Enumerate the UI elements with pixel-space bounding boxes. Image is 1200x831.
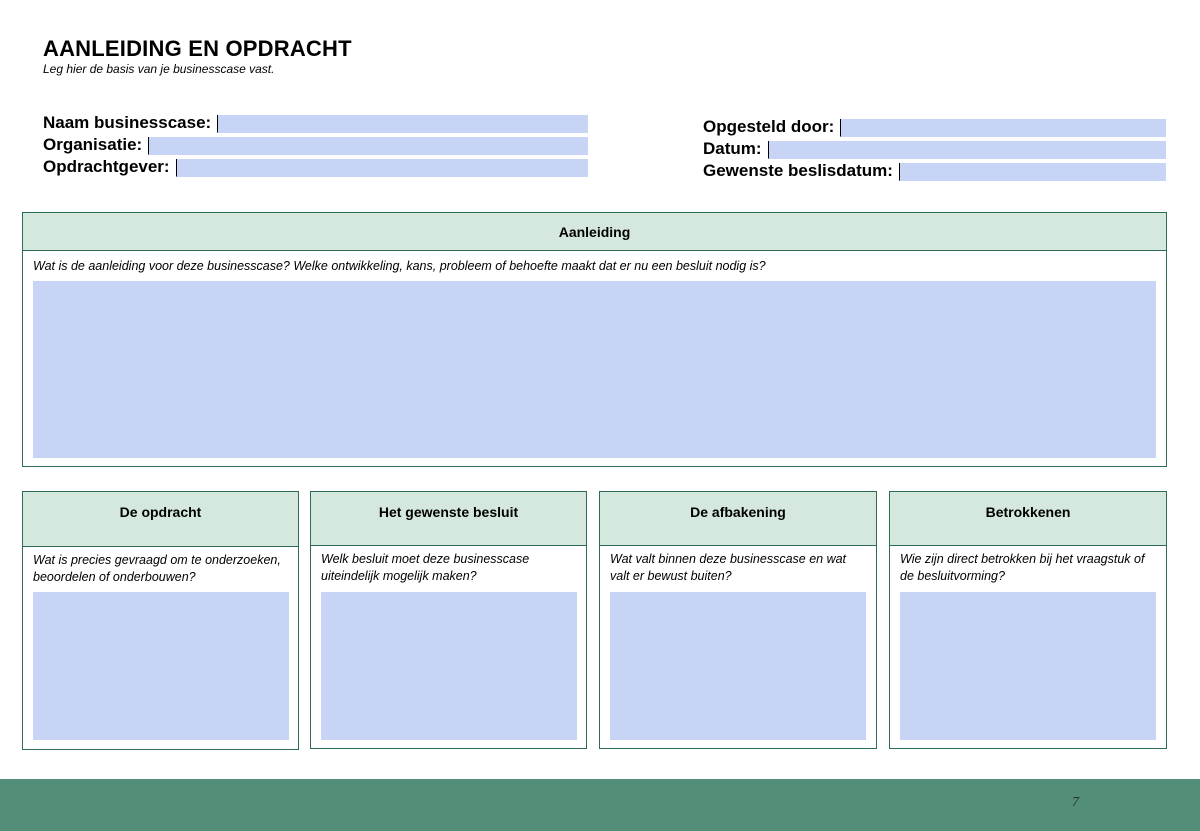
field-opgesteld-door: Opgesteld door:: [703, 117, 1166, 137]
page-title: AANLEIDING EN OPDRACHT: [43, 36, 352, 61]
field-label: Datum:: [703, 139, 762, 158]
field-naam-businesscase: Naam businesscase:: [43, 113, 588, 133]
datum-input[interactable]: [767, 141, 1166, 159]
aanleiding-section: Aanleiding Wat is de aanleiding voor dez…: [22, 212, 1167, 467]
field-opdrachtgever: Opdrachtgever:: [43, 157, 588, 177]
section-header: De afbakening: [600, 492, 876, 546]
section-question: Wat is de aanleiding voor deze businessc…: [33, 259, 766, 273]
section-question: Wat is precies gevraagd om te onderzoeke…: [33, 553, 281, 584]
opdracht-answer-field[interactable]: [33, 592, 289, 740]
gewenste-beslisdatum-input[interactable]: [898, 163, 1166, 181]
section-header: Betrokkenen: [890, 492, 1166, 546]
afbakening-answer-field[interactable]: [610, 592, 866, 740]
opgesteld-door-input[interactable]: [840, 119, 1166, 137]
afbakening-section: De afbakening Wat valt binnen deze busin…: [599, 491, 877, 749]
section-header: Aanleiding: [23, 213, 1166, 251]
page-number: 7: [1072, 795, 1079, 810]
field-label: Organisatie:: [43, 135, 143, 154]
field-organisatie: Organisatie:: [43, 135, 588, 155]
page-subtitle: Leg hier de basis van je businesscase va…: [43, 62, 275, 76]
field-label: Naam businesscase:: [43, 113, 212, 132]
section-question: Wie zijn direct betrokken bij het vraags…: [900, 552, 1145, 583]
section-question: Wat valt binnen deze businesscase en wat…: [610, 552, 847, 583]
naam-businesscase-input[interactable]: [217, 115, 588, 133]
aanleiding-answer-field[interactable]: [33, 281, 1156, 458]
field-gewenste-beslisdatum: Gewenste beslisdatum:: [703, 161, 1166, 181]
opdrachtgever-input[interactable]: [175, 159, 588, 177]
field-label: Opdrachtgever:: [43, 157, 170, 176]
organisatie-input[interactable]: [148, 137, 588, 155]
betrokkenen-answer-field[interactable]: [900, 592, 1156, 740]
section-header: Het gewenste besluit: [311, 492, 586, 546]
field-label: Gewenste beslisdatum:: [703, 161, 893, 180]
gewenste-besluit-answer-field[interactable]: [321, 592, 577, 740]
section-question: Welk besluit moet deze businesscase uite…: [321, 552, 530, 583]
field-datum: Datum:: [703, 139, 1166, 159]
footer-bar: [0, 779, 1200, 831]
section-header: De opdracht: [23, 492, 298, 547]
betrokkenen-section: Betrokkenen Wie zijn direct betrokken bi…: [889, 491, 1167, 749]
gewenste-besluit-section: Het gewenste besluit Welk besluit moet d…: [310, 491, 587, 749]
field-label: Opgesteld door:: [703, 117, 835, 136]
opdracht-section: De opdracht Wat is precies gevraagd om t…: [22, 491, 299, 750]
